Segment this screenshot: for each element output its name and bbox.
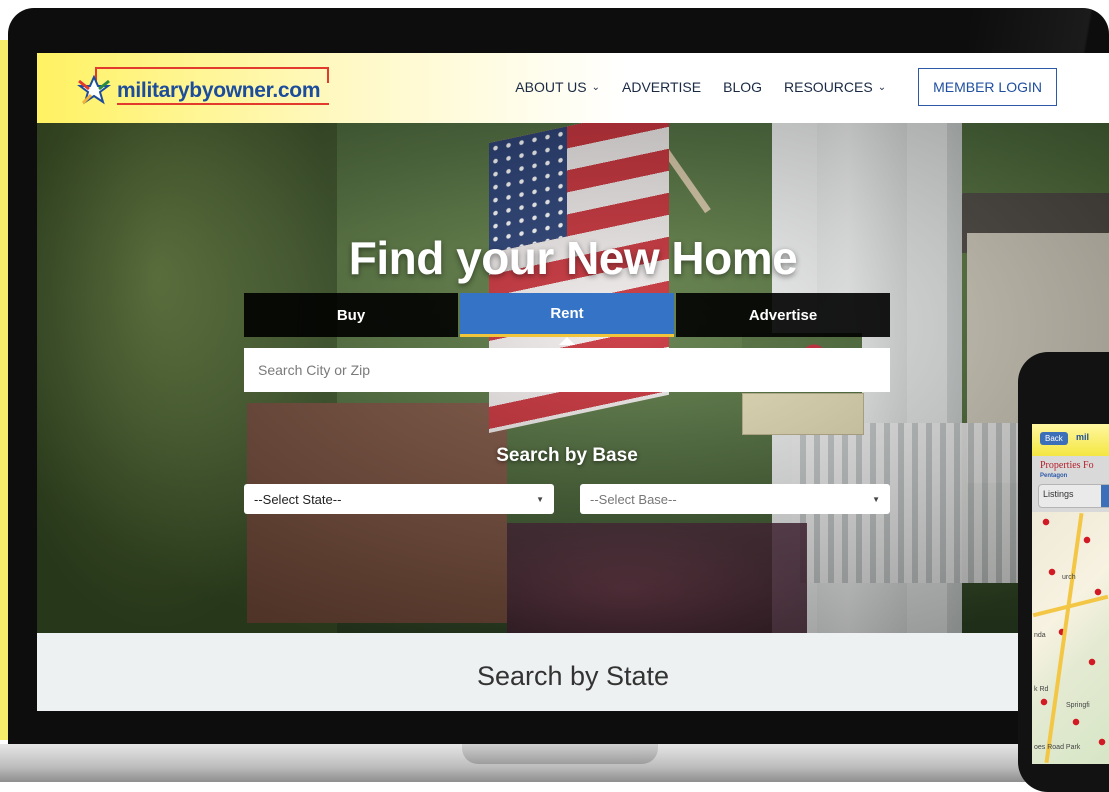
nav-about-us-label: ABOUT US (515, 79, 587, 95)
logo-wordmark: militarybyowner.com (117, 79, 321, 102)
phone-map-label: nda (1034, 632, 1046, 639)
search-city-zip-input[interactable] (244, 348, 890, 392)
search-mode-tabs: Buy Rent Advertise (244, 293, 890, 345)
phone-back-button[interactable]: Back (1040, 432, 1068, 445)
tab-rent[interactable]: Rent (460, 293, 674, 345)
phone-tab-map[interactable] (1101, 485, 1109, 507)
nav-blog[interactable]: BLOG (723, 79, 762, 95)
nav-about-us[interactable]: ABOUT US ⌄ (515, 79, 600, 95)
state-select-value: --Select State-- (254, 491, 342, 507)
phone-view-tabs: Listings (1038, 484, 1109, 508)
base-select-value: --Select Base-- (590, 491, 677, 507)
state-select[interactable]: --Select State-- ▼ (244, 484, 554, 514)
site-header: militarybyowner.com ABOUT US ⌄ ADVERTISE… (37, 53, 1109, 123)
hero-banner: Find your New Home Buy Rent Advertise Se… (37, 123, 1109, 633)
phone-screen: Back mil Properties Fo Pentagon Listings… (1032, 424, 1109, 764)
phone-page-title: Properties Fo (1040, 460, 1094, 471)
site-logo[interactable]: militarybyowner.com (77, 67, 337, 107)
dropdown-arrow-icon: ▼ (872, 494, 880, 504)
hero-title: Find your New Home (348, 232, 798, 284)
chevron-down-icon: ⌄ (877, 81, 887, 93)
member-login-button[interactable]: MEMBER LOGIN (918, 68, 1057, 106)
phone-map-label: Springfi (1066, 702, 1090, 709)
search-by-state-heading: Search by State (476, 661, 670, 691)
phone-tab-listings[interactable]: Listings (1043, 489, 1074, 499)
nav-resources-label: RESOURCES (784, 79, 873, 95)
base-select[interactable]: --Select Base-- ▼ (580, 484, 890, 514)
nav-blog-label: BLOG (723, 79, 763, 95)
chevron-down-icon: ⌄ (591, 81, 600, 93)
phone-logo: mil (1076, 432, 1090, 442)
star-logo-icon (77, 75, 111, 105)
search-by-base-heading: Search by Base (496, 445, 638, 466)
dropdown-arrow-icon: ▼ (536, 494, 544, 504)
nav-advertise[interactable]: ADVERTISE (622, 79, 701, 95)
phone-map-label: urch (1062, 574, 1076, 581)
tab-advertise[interactable]: Advertise (676, 293, 890, 337)
tab-buy[interactable]: Buy (244, 293, 458, 337)
laptop-notch (462, 744, 658, 764)
main-nav: ABOUT US ⌄ ADVERTISE BLOG RESOURCES ⌄ ME… (515, 67, 1057, 107)
logo-underline (117, 103, 329, 105)
nav-resources[interactable]: RESOURCES ⌄ (784, 79, 886, 95)
phone-map-label: oes Road Park (1034, 744, 1081, 751)
phone-app-header: Back mil (1032, 424, 1109, 456)
nav-advertise-label: ADVERTISE (622, 79, 702, 95)
phone-map-label: k Rd (1034, 686, 1049, 693)
phone-page-subtitle: Pentagon (1040, 473, 1068, 479)
laptop-screen: militarybyowner.com ABOUT US ⌄ ADVERTISE… (37, 53, 1109, 711)
